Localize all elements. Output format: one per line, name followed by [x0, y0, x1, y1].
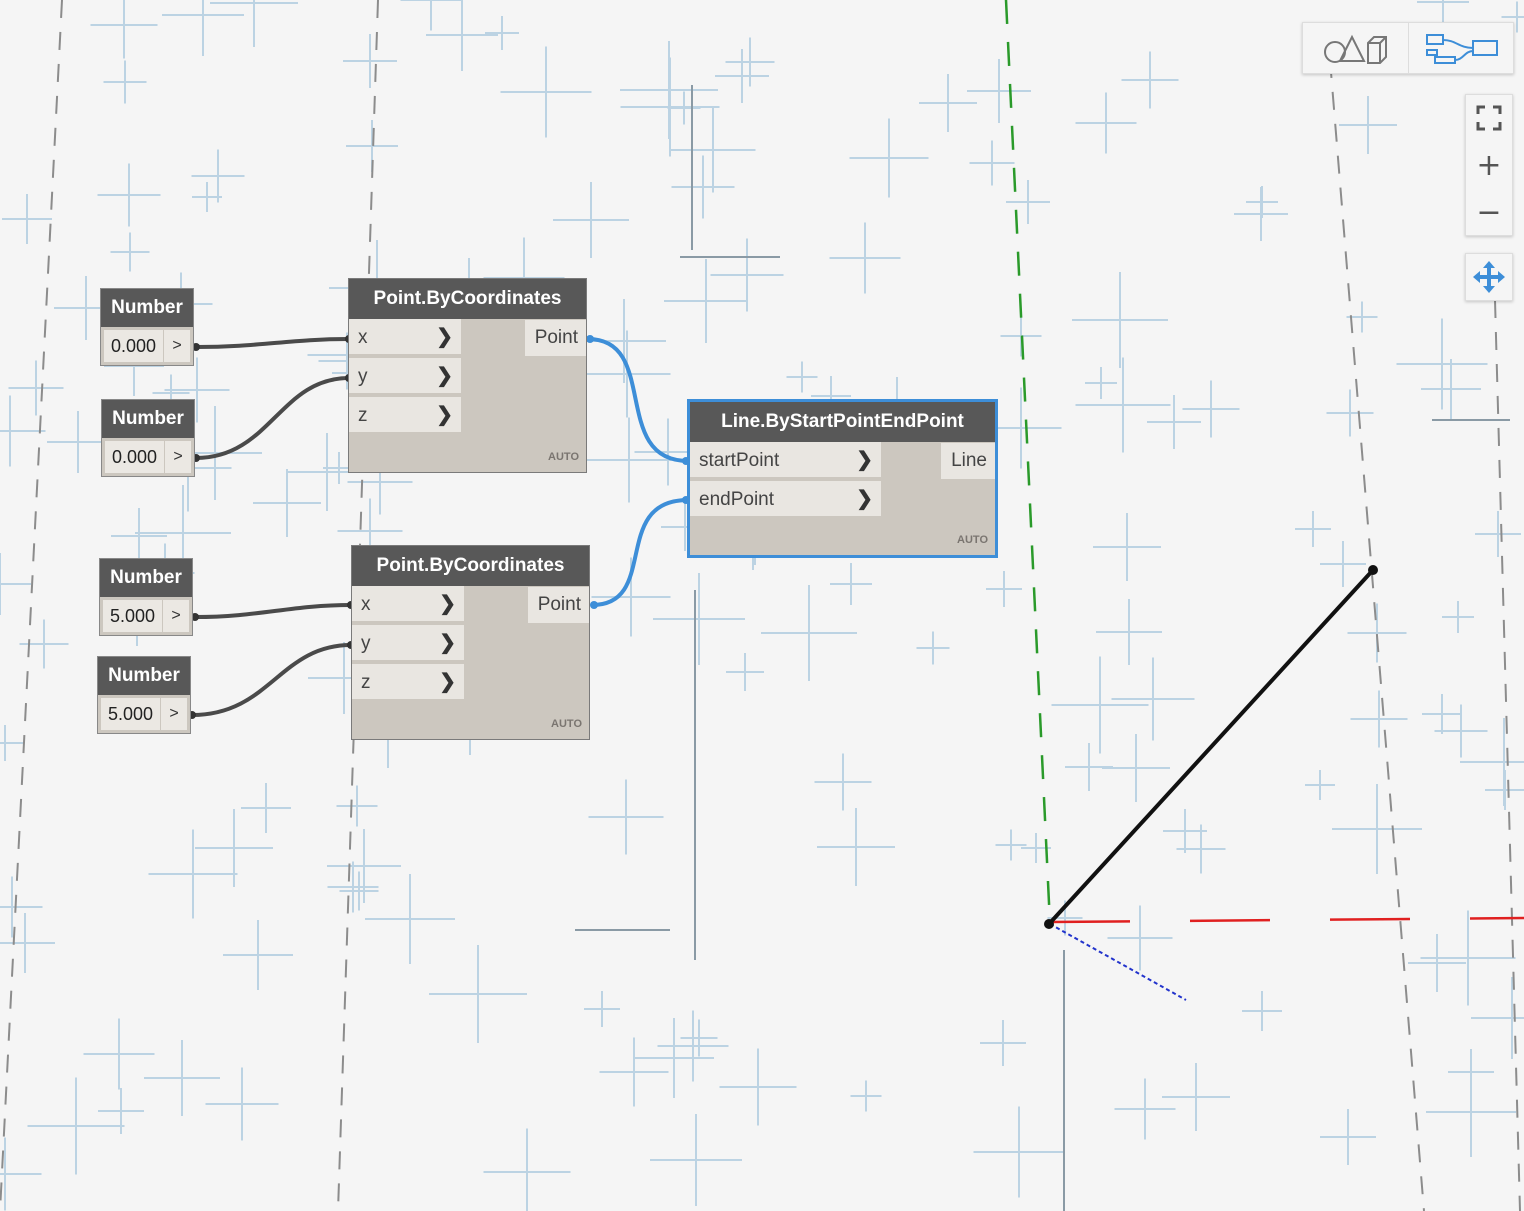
- input-port-x[interactable]: x ❯: [352, 586, 464, 623]
- output-port[interactable]: >: [165, 441, 191, 473]
- output-port-point[interactable]: Point: [524, 320, 586, 356]
- node-title: Number: [102, 400, 194, 438]
- chevron-right-icon: ❯: [436, 404, 453, 426]
- input-port-x[interactable]: x ❯: [349, 319, 461, 356]
- port-label: x: [358, 327, 368, 348]
- number-node-1[interactable]: Number 0.000 >: [100, 288, 194, 366]
- lacing-label: AUTO: [551, 718, 582, 730]
- input-port-startpoint[interactable]: startPoint ❯: [690, 442, 881, 479]
- pan-button[interactable]: [1465, 253, 1513, 301]
- zoom-to-fit-icon: [1476, 105, 1502, 131]
- chevron-right-icon: ❯: [439, 671, 456, 693]
- number-input[interactable]: 5.000: [101, 698, 160, 730]
- line-by-start-point-end-point-node[interactable]: Line.ByStartPointEndPoint startPoint ❯ e…: [687, 399, 998, 558]
- output-port-point[interactable]: Point: [527, 587, 589, 623]
- grid-line: [0, 0, 63, 1211]
- grid-line: [1329, 59, 1425, 1211]
- input-port-z[interactable]: z ❯: [352, 664, 464, 701]
- port-label: y: [361, 633, 371, 654]
- port-label: y: [358, 366, 368, 387]
- zoom-controls: + −: [1465, 94, 1513, 236]
- number-node-2[interactable]: Number 0.000 >: [101, 399, 195, 477]
- background-3d-preview-button[interactable]: [1303, 23, 1407, 73]
- number-node-3[interactable]: Number 5.000 >: [99, 558, 193, 636]
- preview-point: [1368, 565, 1378, 575]
- chevron-right-icon: ❯: [439, 632, 456, 654]
- x-axis-line: [1049, 916, 1524, 924]
- node-title: Point.ByCoordinates: [349, 279, 586, 319]
- node-title: Line.ByStartPointEndPoint: [690, 402, 995, 442]
- zoom-to-fit-button[interactable]: [1466, 95, 1512, 141]
- port-label: z: [358, 405, 368, 426]
- view-toggle-toolbar: [1302, 22, 1514, 74]
- grid-line: [1494, 299, 1521, 1211]
- chevron-right-icon: ❯: [856, 449, 873, 471]
- preview-line-geometry: [1047, 568, 1375, 926]
- y-axis-line: [1004, 0, 1052, 925]
- pan-icon: [1473, 261, 1505, 293]
- number-input[interactable]: 5.000: [103, 600, 162, 632]
- zoom-in-button[interactable]: +: [1466, 142, 1512, 188]
- input-port-y[interactable]: y ❯: [349, 358, 461, 395]
- point-by-coordinates-node-1[interactable]: Point.ByCoordinates x ❯ y ❯ z ❯ Point AU…: [348, 278, 587, 473]
- number-node-4[interactable]: Number 5.000 >: [97, 656, 191, 734]
- input-port-z[interactable]: z ❯: [349, 397, 461, 434]
- zoom-out-button[interactable]: −: [1466, 189, 1512, 235]
- node-title: Number: [100, 559, 192, 597]
- node-title: Number: [98, 657, 190, 695]
- input-port-endpoint[interactable]: endPoint ❯: [690, 481, 881, 518]
- port-label: z: [361, 672, 371, 693]
- preview-point: [1044, 919, 1054, 929]
- output-port[interactable]: >: [163, 600, 189, 632]
- node-title: Number: [101, 289, 193, 327]
- chevron-right-icon: ❯: [436, 326, 453, 348]
- chevron-right-icon: ❯: [436, 365, 453, 387]
- graph-view-icon: [1426, 34, 1498, 64]
- input-port-y[interactable]: y ❯: [352, 625, 464, 662]
- background-3d-preview-icon: [1324, 34, 1387, 64]
- chevron-right-icon: ❯: [856, 488, 873, 510]
- lacing-label: AUTO: [548, 451, 579, 463]
- graph-view-button[interactable]: [1409, 23, 1513, 73]
- output-port[interactable]: >: [164, 330, 190, 362]
- number-input[interactable]: 0.000: [105, 441, 164, 473]
- port-label: startPoint: [699, 450, 780, 471]
- node-title: Point.ByCoordinates: [352, 546, 589, 586]
- output-port-line[interactable]: Line: [941, 443, 995, 479]
- port-label: endPoint: [699, 489, 775, 510]
- chevron-right-icon: ❯: [439, 593, 456, 615]
- lacing-label: AUTO: [957, 534, 988, 546]
- point-by-coordinates-node-2[interactable]: Point.ByCoordinates x ❯ y ❯ z ❯ Point AU…: [351, 545, 590, 740]
- z-axis-line: [1049, 923, 1187, 1001]
- background-preview-grid: [0, 0, 1524, 1211]
- output-port[interactable]: >: [161, 698, 187, 730]
- number-input[interactable]: 0.000: [104, 330, 163, 362]
- port-label: x: [361, 594, 371, 615]
